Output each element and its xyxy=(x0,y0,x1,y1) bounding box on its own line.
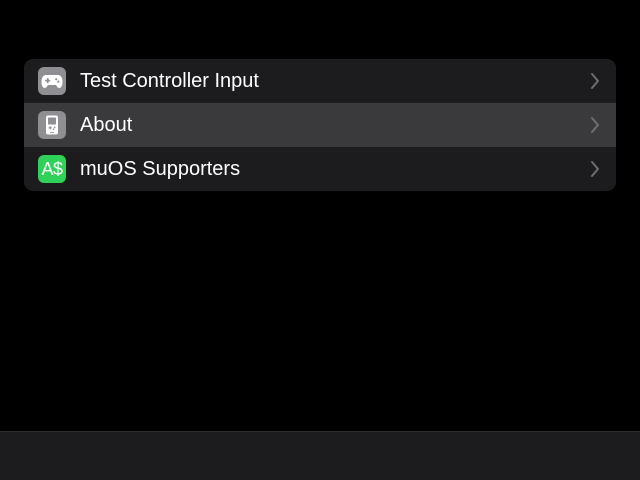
menu-item-test-controller-input[interactable]: Test Controller Input xyxy=(24,59,616,103)
currency-icon-text: A$ xyxy=(41,159,63,179)
menu-item-about[interactable]: About xyxy=(24,103,616,147)
screen: Test Controller Input About A$ muOS Supp… xyxy=(0,0,640,480)
currency-icon: A$ xyxy=(38,155,66,183)
menu-item-muos-supporters[interactable]: A$ muOS Supporters xyxy=(24,147,616,191)
chevron-right-icon xyxy=(591,73,599,89)
chevron-right-icon xyxy=(591,161,599,177)
chevron-right-icon xyxy=(591,117,599,133)
bottom-bar xyxy=(0,431,640,480)
menu-item-label: muOS Supporters xyxy=(80,158,241,180)
gamepad-icon xyxy=(38,67,66,95)
menu-item-label: About xyxy=(80,114,133,136)
menu-item-label: Test Controller Input xyxy=(80,70,259,92)
handheld-device-icon xyxy=(38,111,66,139)
settings-menu: Test Controller Input About A$ muOS Supp… xyxy=(24,59,616,191)
